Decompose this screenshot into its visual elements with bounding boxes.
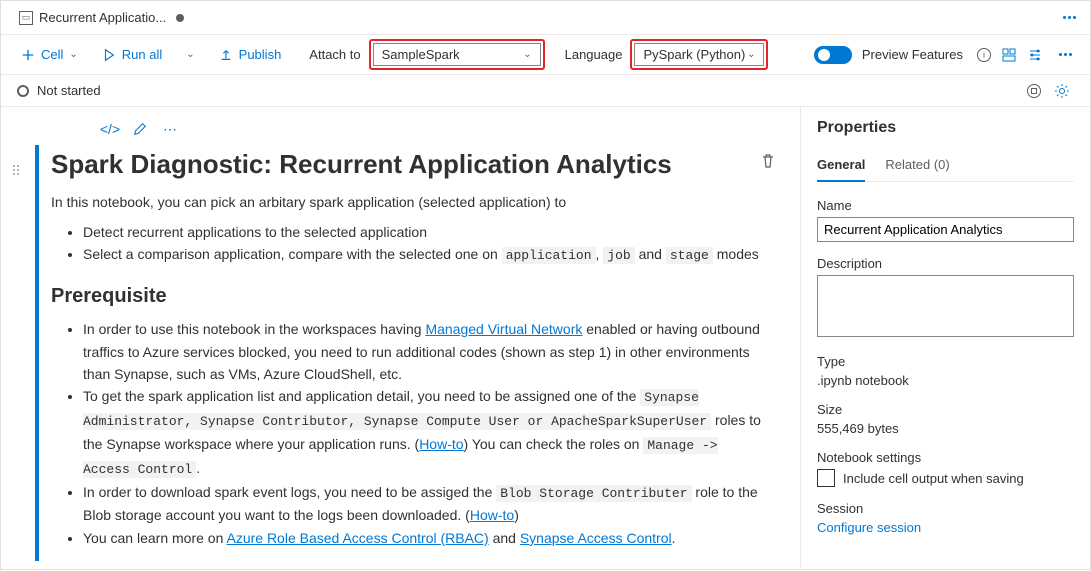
managed-vnet-link[interactable]: Managed Virtual Network: [425, 321, 582, 337]
size-label: Size: [817, 402, 1074, 417]
name-label: Name: [817, 198, 1074, 213]
stop-session-icon[interactable]: [1026, 83, 1042, 99]
attach-to-label: Attach to: [309, 47, 360, 62]
add-cell-button[interactable]: Cell ⌄: [13, 43, 86, 66]
status-text: Not started: [37, 83, 101, 98]
howto-link[interactable]: How-to: [419, 436, 463, 452]
cell-label: Cell: [41, 47, 63, 62]
tab-title: Recurrent Applicatio...: [39, 10, 166, 25]
code-view-button[interactable]: </>: [97, 117, 123, 141]
properties-heading: Properties: [817, 119, 1074, 137]
synapse-ac-link[interactable]: Synapse Access Control: [520, 530, 672, 546]
description-input[interactable]: [817, 275, 1074, 337]
configure-session-link[interactable]: Configure session: [817, 520, 1074, 535]
chevron-down-icon: ⌄: [747, 49, 755, 60]
pencil-icon: [133, 122, 147, 136]
session-label: Session: [817, 501, 1074, 516]
more-toolbar-menu[interactable]: [1053, 47, 1078, 62]
attach-to-dropdown[interactable]: SampleSpark ⌄: [373, 43, 541, 66]
cell-intro: In this notebook, you can pick an arbita…: [51, 192, 768, 213]
publish-label: Publish: [239, 47, 282, 62]
chevron-down-icon: ⌄: [523, 49, 531, 60]
edit-button[interactable]: [127, 117, 153, 141]
size-value: 555,469 bytes: [817, 421, 1074, 436]
tab-related[interactable]: Related (0): [885, 151, 949, 181]
preview-features-label: Preview Features: [862, 47, 963, 62]
unsaved-dot-icon: [176, 14, 184, 22]
publish-button[interactable]: Publish: [211, 43, 290, 66]
highlight-attach: SampleSpark ⌄: [369, 39, 545, 70]
publish-icon: [219, 48, 233, 62]
plus-icon: [21, 48, 35, 62]
prereq-heading: Prerequisite: [51, 285, 768, 308]
properties-panel: Properties General Related (0) Name Desc…: [800, 107, 1090, 571]
howto-link[interactable]: How-to: [470, 507, 514, 523]
tab-general[interactable]: General: [817, 151, 865, 182]
notebook-tab[interactable]: ▭ Recurrent Applicatio...: [9, 1, 194, 34]
run-all-label: Run all: [122, 47, 162, 62]
description-label: Description: [817, 256, 1074, 271]
chevron-down-icon: ⌄: [69, 49, 77, 60]
checkbox-label: Include cell output when saving: [843, 471, 1024, 486]
info-icon[interactable]: i: [977, 48, 991, 62]
chevron-down-icon: ⌄: [186, 49, 194, 60]
notebook-icon: ▭: [19, 11, 33, 25]
trash-icon: [760, 153, 776, 169]
language-label: Language: [565, 47, 623, 62]
type-label: Type: [817, 354, 1074, 369]
run-all-button[interactable]: Run all: [94, 43, 170, 66]
status-indicator-icon: [17, 85, 29, 97]
name-input[interactable]: [817, 217, 1074, 242]
list-item: To get the spark application list and ap…: [83, 385, 768, 480]
preview-features-toggle[interactable]: [814, 46, 852, 64]
language-dropdown[interactable]: PySpark (Python) ⌄: [634, 43, 764, 66]
list-item: In order to use this notebook in the wor…: [83, 318, 768, 385]
attach-value: SampleSpark: [382, 47, 460, 62]
highlight-language: PySpark (Python) ⌄: [630, 39, 768, 70]
list-item: You can learn more on Azure Role Based A…: [83, 527, 768, 549]
settings-sliders-icon[interactable]: [1027, 47, 1043, 63]
nb-settings-label: Notebook settings: [817, 450, 1074, 465]
gear-icon[interactable]: [1054, 83, 1070, 99]
list-item: Detect recurrent applications to the sel…: [83, 221, 768, 243]
delete-cell-button[interactable]: [760, 153, 776, 172]
rbac-link[interactable]: Azure Role Based Access Control (RBAC): [226, 530, 488, 546]
language-value: PySpark (Python): [643, 47, 745, 62]
cell-title: Spark Diagnostic: Recurrent Application …: [51, 149, 768, 180]
more-tab-menu[interactable]: [1057, 10, 1082, 25]
drag-handle[interactable]: [9, 145, 23, 561]
include-output-checkbox[interactable]: [817, 469, 835, 487]
type-value: .ipynb notebook: [817, 373, 1074, 388]
run-menu[interactable]: ⌄: [178, 45, 202, 64]
list-item: In order to download spark event logs, y…: [83, 481, 768, 527]
list-item: Select a comparison application, compare…: [83, 243, 768, 267]
variables-icon[interactable]: [1001, 47, 1017, 63]
cell-more-menu[interactable]: ⋯: [157, 117, 183, 141]
markdown-cell[interactable]: Spark Diagnostic: Recurrent Application …: [35, 145, 784, 561]
play-icon: [102, 48, 116, 62]
